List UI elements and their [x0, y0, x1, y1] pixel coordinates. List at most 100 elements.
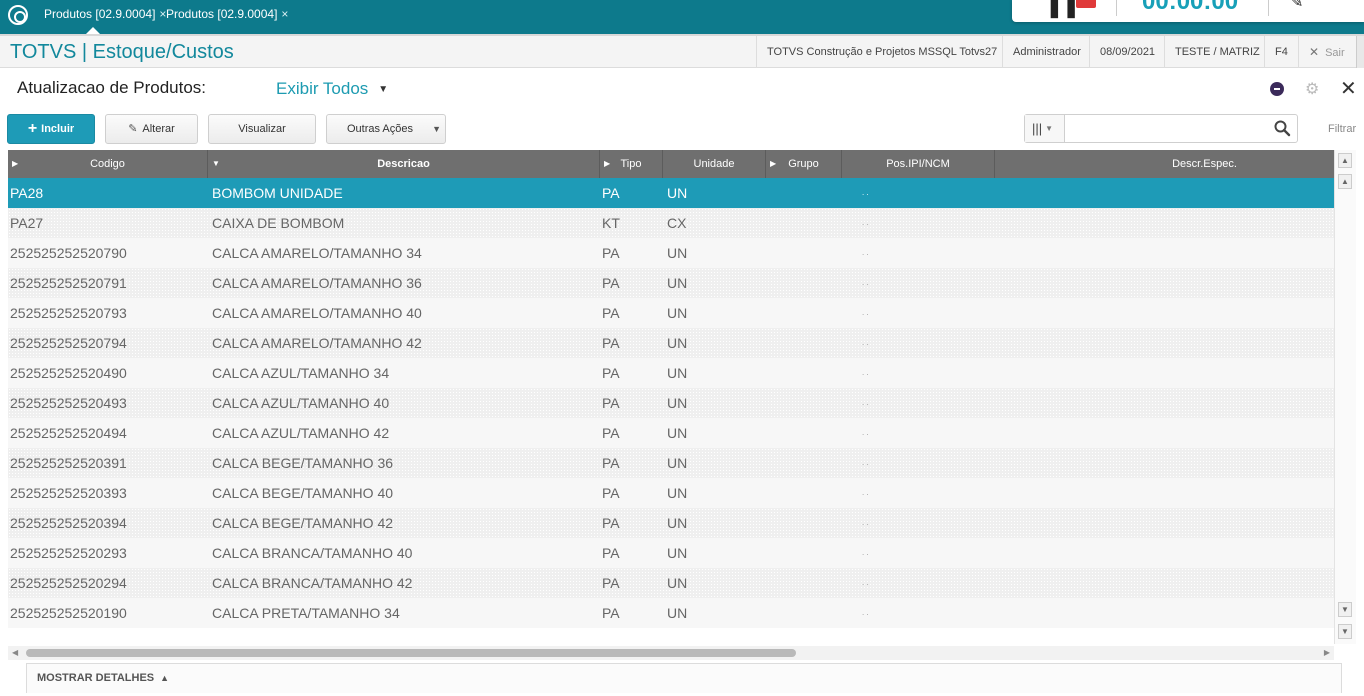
- help-icon[interactable]: [1270, 82, 1284, 96]
- horizontal-scrollbar[interactable]: ◀ ▶: [8, 646, 1334, 660]
- ncm-cell: . .: [862, 308, 869, 317]
- column-header-tipo[interactable]: ▶ Tipo: [600, 150, 663, 178]
- search-icon[interactable]: [1273, 119, 1291, 137]
- scroll-page-up-icon[interactable]: ▲: [1338, 174, 1352, 189]
- table-row[interactable]: 252525252520493 CALCA AZUL/TAMANHO 40 PA UN…: [8, 388, 1334, 418]
- ncm-cell: . .: [862, 248, 869, 257]
- column-header-unidade[interactable]: Unidade: [663, 150, 766, 178]
- horizontal-scroll-thumb[interactable]: [26, 649, 796, 657]
- ncm-cell: . .: [862, 368, 869, 377]
- user-info[interactable]: Administrador: [1002, 36, 1091, 68]
- stop-icon[interactable]: [1076, 0, 1096, 8]
- filter-link[interactable]: Filtrar: [1328, 123, 1356, 135]
- scroll-left-icon[interactable]: ◀: [12, 646, 18, 660]
- tipo-cell: PA: [602, 605, 620, 621]
- description-cell: CALCA BEGE/TAMANHO 40: [212, 485, 394, 501]
- table-row[interactable]: 252525252520494 CALCA AZUL/TAMANHO 42 PA UN…: [8, 418, 1334, 448]
- column-label: Grupo: [788, 158, 819, 170]
- date-info[interactable]: 08/09/2021: [1089, 36, 1165, 68]
- code-cell: PA28: [10, 185, 44, 201]
- column-label: Tipo: [620, 158, 642, 170]
- scroll-page-down-icon[interactable]: ▼: [1338, 624, 1352, 639]
- outras-acoes-button[interactable]: Outras Ações ▼: [326, 114, 446, 144]
- table-row[interactable]: 252525252520393 CALCA BEGE/TAMANHO 40 PA UN…: [8, 478, 1334, 508]
- plus-icon: +: [27, 120, 38, 137]
- table-row[interactable]: 252525252520294 CALCA BRANCA/TAMANHO 42 PA…: [8, 568, 1334, 598]
- close-icon: ✕: [1309, 45, 1320, 59]
- vertical-scrollbar[interactable]: ▲ ▲ ▼ ▼: [1334, 150, 1356, 644]
- code-cell: 252525252520394: [10, 515, 127, 531]
- alterar-label: Alterar: [142, 123, 175, 135]
- header-scroll: [1356, 36, 1364, 68]
- description-cell: CALCA BRANCA/TAMANHO 42: [212, 575, 413, 591]
- column-header-codigo[interactable]: ▶ Codigo: [8, 150, 208, 178]
- company-info[interactable]: TOTVS Construção e Projetos MSSQL Totvs2…: [756, 36, 1007, 68]
- ncm-cell: . .: [862, 338, 869, 347]
- tipo-cell: PA: [602, 275, 620, 291]
- app-logo-icon[interactable]: [8, 5, 28, 25]
- tab-label: Produtos [02.9.0004]: [166, 7, 278, 21]
- column-header-ncm[interactable]: Pos.IPI/NCM: [842, 150, 995, 178]
- unidade-cell: UN: [667, 245, 688, 261]
- table-row[interactable]: 252525252520793 CALCA AMARELO/TAMANHO 40 P…: [8, 298, 1334, 328]
- pencil-icon: ✎: [128, 123, 138, 135]
- code-cell: 252525252520790: [10, 245, 127, 261]
- tab-produtos-1[interactable]: Produtos [02.9.0004] ×: [36, 0, 166, 34]
- incluir-button[interactable]: + Incluir: [7, 114, 95, 144]
- unidade-cell: UN: [667, 395, 688, 411]
- scroll-up-icon[interactable]: ▲: [1338, 153, 1352, 168]
- unidade-cell: UN: [667, 275, 688, 291]
- pencil-icon[interactable]: ✎: [1290, 0, 1303, 12]
- close-icon[interactable]: ✕: [1340, 76, 1357, 101]
- column-header-descricao[interactable]: ▼ Descricao: [208, 150, 600, 178]
- column-header-descr-espec[interactable]: Descr.Espec.: [995, 150, 1334, 178]
- table-row[interactable]: 252525252520190 CALCA PRETA/TAMANHO 34 PA U…: [8, 598, 1334, 628]
- scroll-right-icon[interactable]: ▶: [1324, 646, 1330, 660]
- table-row[interactable]: PA27 CAIXA DE BOMBOM KT CX . .: [8, 208, 1334, 238]
- gear-icon[interactable]: ⚙: [1305, 79, 1319, 99]
- code-cell: 252525252520391: [10, 455, 127, 471]
- alterar-button[interactable]: ✎ Alterar: [105, 114, 198, 144]
- shortcut-info[interactable]: F4: [1264, 36, 1298, 68]
- ncm-cell: . .: [862, 278, 869, 287]
- description-cell: CALCA BRANCA/TAMANHO 40: [212, 545, 413, 561]
- pause-icon[interactable]: ❚❚: [1046, 0, 1080, 19]
- table-row[interactable]: 252525252520391 CALCA BEGE/TAMANHO 36 PA UN…: [8, 448, 1334, 478]
- show-details-button[interactable]: MOSTRAR DETALHES ▲: [26, 663, 1342, 693]
- description-cell: CALCA AMARELO/TAMANHO 40: [212, 305, 422, 321]
- table-row[interactable]: 252525252520790 CALCA AMARELO/TAMANHO 34 P…: [8, 238, 1334, 268]
- columns-button[interactable]: ||| ▼: [1025, 115, 1065, 142]
- description-cell: CALCA AMARELO/TAMANHO 34: [212, 245, 422, 261]
- divider: [1116, 0, 1117, 16]
- app-brand-title: TOTVS | Estoque/Custos: [10, 41, 234, 63]
- column-label: Unidade: [693, 158, 735, 170]
- tab-produtos-2[interactable]: Produtos [02.9.0004] ×: [158, 0, 288, 34]
- unidade-cell: UN: [667, 425, 688, 441]
- visualizar-button[interactable]: Visualizar: [208, 114, 316, 144]
- branch-info[interactable]: TESTE / MATRIZ: [1164, 36, 1270, 68]
- table-row[interactable]: 252525252520791 CALCA AMARELO/TAMANHO 36 P…: [8, 268, 1334, 298]
- table-row[interactable]: 252525252520394 CALCA BEGE/TAMANHO 42 PA UN…: [8, 508, 1334, 538]
- table-row[interactable]: 252525252520794 CALCA AMARELO/TAMANHO 42 P…: [8, 328, 1334, 358]
- column-header-grupo[interactable]: ▶ Grupo: [766, 150, 842, 178]
- code-cell: 252525252520294: [10, 575, 127, 591]
- tipo-cell: PA: [602, 515, 620, 531]
- table-row[interactable]: 252525252520490 CALCA AZUL/TAMANHO 34 PA UN…: [8, 358, 1334, 388]
- grid-header: ▶ Codigo ▼ Descricao ▶ Tipo Unidade ▶ Grupo …: [8, 150, 1334, 178]
- code-cell: 252525252520794: [10, 335, 127, 351]
- code-cell: 252525252520791: [10, 275, 127, 291]
- unidade-cell: UN: [667, 185, 688, 201]
- visualizar-label: Visualizar: [238, 123, 286, 135]
- table-row[interactable]: 252525252520293 CALCA BRANCA/TAMANHO 40 PA…: [8, 538, 1334, 568]
- view-selector[interactable]: Exibir Todos ▼: [276, 79, 388, 99]
- unidade-cell: UN: [667, 455, 688, 471]
- search-input[interactable]: [1067, 117, 1267, 139]
- tab-close-icon[interactable]: ×: [281, 7, 288, 21]
- incluir-label: Incluir: [41, 123, 75, 135]
- table-row[interactable]: PA28 BOMBOM UNIDADE PA UN . .: [8, 178, 1334, 208]
- code-cell: 252525252520190: [10, 605, 127, 621]
- divider: [1268, 0, 1269, 16]
- show-details-label: MOSTRAR DETALHES: [37, 672, 155, 684]
- exit-button[interactable]: ✕ Sair: [1298, 36, 1355, 68]
- scroll-down-icon[interactable]: ▼: [1338, 602, 1352, 617]
